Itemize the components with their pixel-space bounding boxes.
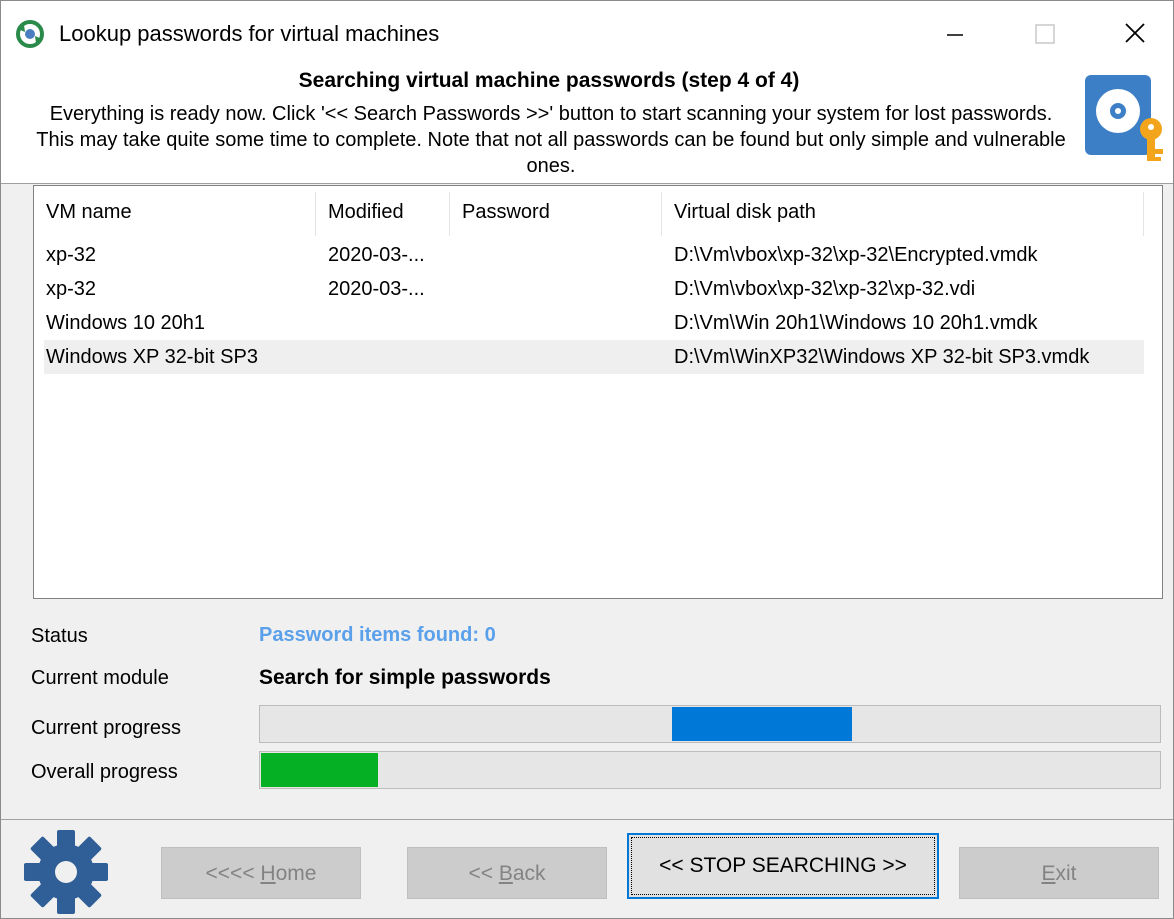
minimize-icon (947, 34, 963, 36)
stop-searching-label: << STOP SEARCHING >> (659, 854, 907, 877)
step-description: Everything is ready now. Click '<< Searc… (36, 103, 1066, 177)
column-header-password[interactable]: Password (450, 186, 662, 236)
back-label-rest: ack (512, 862, 546, 885)
current-progress-fill (672, 707, 852, 741)
window-title: Lookup passwords for virtual machines (59, 21, 440, 46)
app-refresh-icon (16, 20, 44, 48)
gear-icon (24, 830, 108, 914)
list-header: VM name Modified Password Virtual disk p… (34, 186, 1162, 236)
cell-disk-path: D:\Vm\WinXP32\Windows XP 32-bit SP3.vmdk (674, 346, 1090, 368)
column-header-disk-path[interactable]: Virtual disk path (662, 186, 1144, 236)
list-row[interactable]: Windows 10 20h1 D:\Vm\Win 20h1\Windows 1… (34, 306, 1162, 340)
back-hotkey: B (498, 862, 513, 885)
cell-disk-path: D:\Vm\vbox\xp-32\xp-32\xp-32.vdi (674, 278, 976, 300)
column-label: Password (462, 201, 550, 223)
current-module-value: Search for simple passwords (259, 666, 551, 689)
column-header-vm-name[interactable]: VM name (34, 186, 316, 236)
overall-progress-label: Overall progress (31, 761, 178, 783)
title-bar: Lookup passwords for virtual machines (1, 1, 1173, 65)
main-window: Lookup passwords for virtual machines Se… (0, 0, 1174, 919)
cell-vm-name: Windows 10 20h1 (46, 312, 205, 334)
current-progress-bar (259, 705, 1161, 743)
status-label: Status (31, 625, 88, 647)
maximize-icon (1035, 24, 1055, 44)
footer-divider (1, 819, 1173, 820)
close-icon (1125, 23, 1145, 43)
wizard-header: Searching virtual machine passwords (ste… (1, 65, 1173, 184)
list-row[interactable]: xp-32 2020-03-... D:\Vm\vbox\xp-32\xp-32… (34, 238, 1162, 272)
home-label-rest: ome (275, 862, 317, 885)
vm-list[interactable]: VM name Modified Password Virtual disk p… (33, 185, 1163, 599)
home-arrows: <<<< (205, 862, 261, 885)
list-row-selected[interactable]: Windows XP 32-bit SP3 D:\Vm\WinXP32\Wind… (44, 340, 1144, 374)
stop-searching-button[interactable]: << STOP SEARCHING >> (627, 833, 939, 899)
exit-label-rest: xit (1055, 862, 1077, 885)
column-label: VM name (46, 201, 132, 223)
cell-vm-name: Windows XP 32-bit SP3 (46, 346, 258, 368)
cell-modified: 2020-03-... (328, 278, 425, 300)
minimize-button[interactable] (931, 11, 979, 55)
exit-hotkey: E (1041, 862, 1056, 885)
step-title: Searching virtual machine passwords (ste… (298, 69, 800, 92)
overall-progress-fill (261, 753, 378, 787)
current-module-label: Current module (31, 667, 169, 689)
home-hotkey: H (260, 862, 276, 885)
back-button[interactable]: << Back (407, 847, 607, 899)
column-label: Virtual disk path (674, 201, 816, 223)
maximize-button[interactable] (1021, 11, 1069, 55)
column-header-modified[interactable]: Modified (316, 186, 450, 236)
back-arrows: << (468, 862, 499, 885)
cell-modified: 2020-03-... (328, 244, 425, 266)
cell-disk-path: D:\Vm\vbox\xp-32\xp-32\Encrypted.vmdk (674, 244, 1038, 266)
column-label: Modified (328, 201, 404, 223)
cell-disk-path: D:\Vm\Win 20h1\Windows 10 20h1.vmdk (674, 312, 1038, 334)
cell-vm-name: xp-32 (46, 244, 97, 266)
close-button[interactable] (1111, 11, 1159, 55)
status-value: Password items found: 0 (259, 624, 496, 646)
disk-key-icon (1085, 75, 1163, 161)
current-progress-label: Current progress (31, 717, 182, 739)
list-row[interactable]: xp-32 2020-03-... D:\Vm\vbox\xp-32\xp-32… (34, 272, 1162, 306)
cell-vm-name: xp-32 (46, 278, 97, 300)
home-button[interactable]: <<<< Home (161, 847, 361, 899)
exit-button[interactable]: Exit (959, 847, 1159, 899)
overall-progress-bar (259, 751, 1161, 789)
